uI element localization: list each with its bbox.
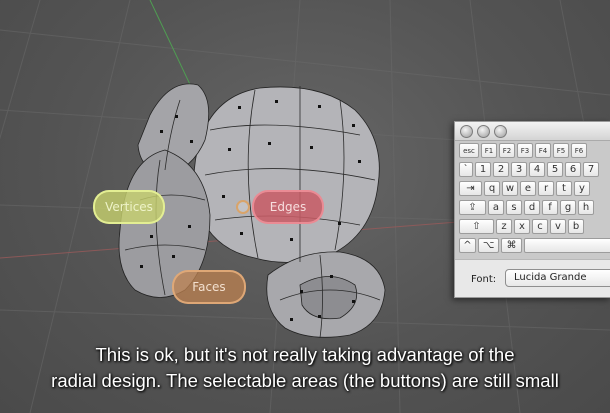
f6-key[interactable]: F6 (571, 143, 587, 158)
modifier-key-row: ^ ⌥ ⌘ (459, 238, 610, 255)
command-key[interactable]: ⌘ (501, 238, 522, 253)
video-caption: This is ok, but it's not really taking a… (0, 342, 610, 394)
3-key[interactable]: 3 (511, 162, 527, 177)
f5-key[interactable]: F5 (553, 143, 569, 158)
edges-button[interactable]: Edges (252, 190, 324, 224)
top-letter-row: ⇥ q w e r t y (459, 181, 592, 198)
c-key[interactable]: c (532, 219, 548, 234)
keyboard-viewer-window[interactable]: esc F1 F2 F3 F4 F5 F6 ` 1 2 3 4 5 6 7 ⇥ … (454, 121, 610, 298)
font-selector-area: Font: Lucida Grande (455, 259, 610, 297)
space-key[interactable] (524, 238, 610, 253)
d-key[interactable]: d (524, 200, 540, 215)
b-key[interactable]: b (568, 219, 584, 234)
minimize-window-button[interactable] (477, 125, 490, 138)
font-select[interactable]: Lucida Grande (505, 269, 610, 287)
font-label: Font: (471, 274, 497, 285)
vertices-button[interactable]: Vertices (93, 190, 165, 224)
1-key[interactable]: 1 (475, 162, 491, 177)
faces-button[interactable]: Faces (172, 270, 246, 304)
shift-key[interactable]: ⇧ (459, 219, 494, 234)
close-window-button[interactable] (460, 125, 473, 138)
y-key[interactable]: y (574, 181, 590, 196)
a-key[interactable]: a (488, 200, 504, 215)
5-key[interactable]: 5 (547, 162, 563, 177)
z-key[interactable]: z (496, 219, 512, 234)
f3-key[interactable]: F3 (517, 143, 533, 158)
control-key[interactable]: ^ (459, 238, 476, 253)
s-key[interactable]: s (506, 200, 522, 215)
6-key[interactable]: 6 (565, 162, 581, 177)
f2-key[interactable]: F2 (499, 143, 515, 158)
e-key[interactable]: e (520, 181, 536, 196)
zoom-window-button[interactable] (494, 125, 507, 138)
g-key[interactable]: g (560, 200, 576, 215)
caption-line-2: radial design. The selectable areas (the… (51, 370, 559, 391)
bottom-letter-row: ⇧ z x c v b (459, 219, 586, 236)
f-key[interactable]: f (542, 200, 558, 215)
home-letter-row: ⇪ a s d f g h (459, 200, 596, 217)
pie-menu-center (236, 200, 250, 214)
r-key[interactable]: r (538, 181, 554, 196)
number-key-row: ` 1 2 3 4 5 6 7 (459, 162, 601, 179)
faces-label: Faces (192, 280, 226, 294)
4-key[interactable]: 4 (529, 162, 545, 177)
2-key[interactable]: 2 (493, 162, 509, 177)
tab-key[interactable]: ⇥ (459, 181, 482, 196)
f4-key[interactable]: F4 (535, 143, 551, 158)
q-key[interactable]: q (484, 181, 500, 196)
edges-label: Edges (269, 200, 307, 214)
3d-viewport[interactable]: Vertices Edges Faces esc F1 F2 F3 F4 F5 … (0, 0, 610, 413)
option-key[interactable]: ⌥ (478, 238, 499, 253)
function-key-row: esc F1 F2 F3 F4 F5 F6 (459, 143, 589, 160)
h-key[interactable]: h (578, 200, 594, 215)
keyboard-layout: esc F1 F2 F3 F4 F5 F6 ` 1 2 3 4 5 6 7 ⇥ … (455, 141, 610, 259)
caption-line-1: This is ok, but it's not really taking a… (95, 344, 515, 365)
v-key[interactable]: v (550, 219, 566, 234)
vertices-label: Vertices (105, 200, 153, 214)
t-key[interactable]: t (556, 181, 572, 196)
caps-lock-key[interactable]: ⇪ (459, 200, 486, 215)
f1-key[interactable]: F1 (481, 143, 497, 158)
esc-key[interactable]: esc (459, 143, 479, 158)
7-key[interactable]: 7 (583, 162, 599, 177)
backtick-key[interactable]: ` (459, 162, 473, 177)
w-key[interactable]: w (502, 181, 518, 196)
x-key[interactable]: x (514, 219, 530, 234)
keyboard-viewer-titlebar[interactable] (455, 122, 610, 141)
